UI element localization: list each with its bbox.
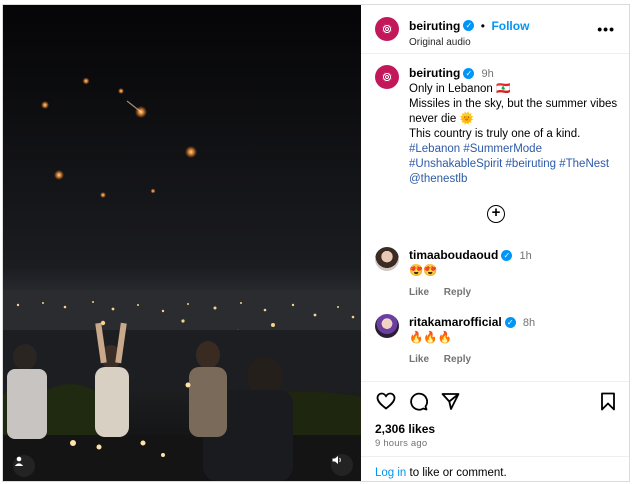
post-sidebar: beiruting ✓ • Follow Original audio ••• b…: [361, 5, 629, 481]
share-icon: [441, 392, 459, 410]
heart-icon: [376, 392, 396, 410]
caption-line: never die 🌞: [409, 113, 474, 125]
login-prompt: Log in to like or comment.: [361, 456, 629, 481]
like-comment-button[interactable]: Like: [409, 354, 429, 365]
comment-icon: [409, 392, 428, 411]
caption-line: This country is truly one of a kind.: [409, 128, 581, 140]
commenter-avatar[interactable]: [375, 314, 399, 338]
mention-link[interactable]: @thenestlb: [409, 172, 619, 187]
hashtags[interactable]: #UnshakableSpirit #beiruting #TheNest: [409, 157, 619, 172]
like-comment-button[interactable]: Like: [409, 287, 429, 298]
author-username[interactable]: beiruting: [409, 19, 460, 33]
comment-time[interactable]: 1h: [520, 250, 532, 262]
save-button[interactable]: [597, 390, 619, 412]
post-actions: 2,306 likes 9 hours ago Log in to like o…: [361, 381, 629, 481]
caption-line: Only in Lebanon 🇱🇧: [409, 83, 511, 95]
commenter-avatar[interactable]: [375, 247, 399, 271]
speaker-icon: [332, 456, 341, 464]
comment-time[interactable]: 8h: [523, 317, 535, 329]
verified-icon: ✓: [501, 250, 513, 262]
video-frame: [3, 5, 361, 481]
user-tag-icon: [14, 456, 24, 466]
reply-button[interactable]: Reply: [444, 354, 471, 365]
verified-icon: ✓: [504, 317, 516, 329]
more-options-icon[interactable]: •••: [597, 21, 615, 37]
comment-username[interactable]: ritakamarofficial: [409, 315, 502, 329]
user-tag-button[interactable]: [13, 455, 35, 477]
login-prompt-text: to like or comment.: [406, 467, 507, 479]
post-header: beiruting ✓ • Follow Original audio •••: [361, 5, 629, 54]
comment-text: 🔥🔥🔥: [409, 332, 452, 344]
share-button[interactable]: [439, 390, 461, 412]
comment-button[interactable]: [407, 390, 429, 412]
author-avatar[interactable]: [375, 17, 399, 41]
login-link[interactable]: Log in: [375, 467, 406, 479]
post-video[interactable]: [3, 5, 361, 481]
mute-button[interactable]: [331, 454, 353, 476]
caption-avatar[interactable]: [375, 65, 399, 89]
caption-time[interactable]: 9h: [482, 68, 494, 80]
add-circle-icon[interactable]: +: [487, 205, 505, 223]
post-timestamp[interactable]: 9 hours ago: [375, 438, 427, 449]
caption-username[interactable]: beiruting: [409, 66, 460, 80]
like-count[interactable]: 2,306 likes: [375, 422, 435, 436]
verified-icon: ✓: [463, 68, 475, 80]
caption: beiruting ✓ 9h Only in Lebanon 🇱🇧 Missile…: [409, 66, 619, 187]
verified-icon: ✓: [463, 20, 475, 32]
follow-button[interactable]: Follow: [491, 19, 529, 33]
comment-text: 😍😍: [409, 265, 438, 277]
hashtags[interactable]: #Lebanon #SummerMode: [409, 142, 619, 157]
reply-button[interactable]: Reply: [444, 287, 471, 298]
comment-username[interactable]: timaaboudaoud: [409, 248, 498, 262]
separator-dot: •: [480, 19, 485, 33]
like-button[interactable]: [375, 390, 397, 412]
caption-line: Missiles in the sky, but the summer vibe…: [409, 98, 618, 110]
audio-link[interactable]: Original audio: [409, 37, 529, 48]
bookmark-icon: [601, 392, 615, 410]
post-dialog: beiruting ✓ • Follow Original audio ••• b…: [2, 4, 630, 482]
